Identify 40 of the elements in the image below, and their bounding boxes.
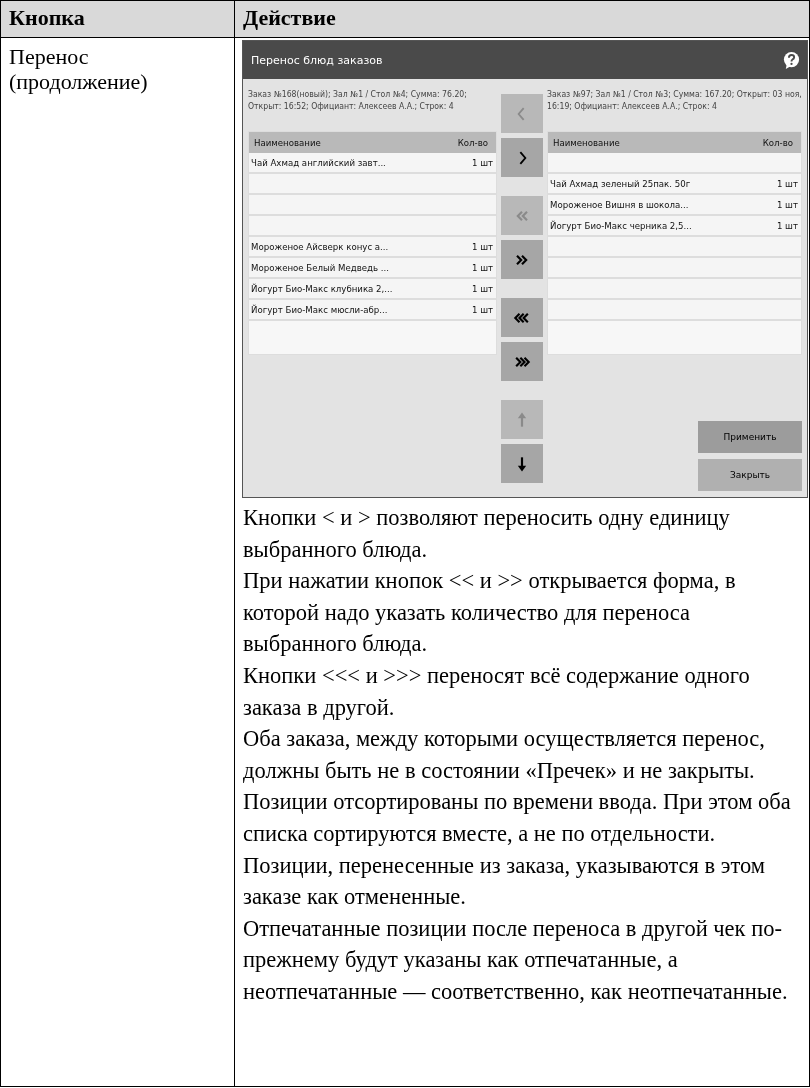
- description-text: Отпечатанные позиции после переноса в другой чек по-прежнему будут указаны как отпечатанные, а неотпечатанные — соответственно, как неотпечатанные.: [243, 914, 789, 1006]
- item-quantity: 1 шт: [776, 220, 798, 231]
- item-name: Йогурт Био-Макс черника 2,5...: [550, 220, 692, 231]
- item-quantity: 1 шт: [776, 199, 798, 210]
- apply-button[interactable]: Применить: [698, 421, 802, 453]
- order-info: Заказ №97; Зал №1 / Стол №3; Сумма: 167.20; Открыт: 03 ноя, 16:19; Официант: Алексеев А.А.; Строк: 4: [547, 88, 802, 113]
- description-text: При нажатии кнопок << и >> открывается форма, в которой надо указать количество для переноса выбранного блюда.: [243, 567, 737, 659]
- item-quantity: 1 шт: [471, 241, 493, 252]
- item-quantity: 1 шт: [471, 304, 493, 315]
- description-text: Кнопки <<< и >>> переносят всё содержание одного заказа в другой.: [243, 661, 751, 722]
- column-header: Кол-во: [762, 137, 793, 148]
- button-name: Перенос (продолжение): [1, 38, 235, 1087]
- item-name: Йогурт Био-Макс клубника 2,...: [251, 283, 393, 294]
- item-name: Мороженое Айсверк конус а...: [251, 241, 389, 252]
- move-button[interactable]: [501, 342, 543, 381]
- item-name: Чай Ахмад английский завт...: [251, 157, 386, 168]
- column-header: Наименование: [553, 137, 620, 148]
- item-name: Мороженое Белый Медведь ...: [251, 262, 390, 273]
- item-name: Чай Ахмад зеленый 25пак. 50г: [550, 178, 691, 189]
- item-quantity: 1 шт: [471, 283, 493, 294]
- column-header: Действие: [235, 1, 810, 38]
- move-button[interactable]: [501, 298, 543, 337]
- move-button[interactable]: [501, 444, 543, 483]
- description-text: Кнопки < и > позволяют переносить одну единицу выбранного блюда.: [243, 504, 731, 564]
- window-title: Перенос блюд заказов: [251, 53, 383, 67]
- order-info: Заказ №168(новый); Зал №1 / Стол №4; Сумма: 76.20; Открыт: 16:52; Официант: Алексеев А.А.; Строк: 4: [248, 88, 468, 113]
- move-button[interactable]: [501, 240, 543, 279]
- close-button[interactable]: Закрыть: [698, 459, 802, 491]
- item-name: Йогурт Био-Макс мюсли-абр...: [251, 304, 388, 315]
- column-header: Кнопка: [1, 1, 235, 38]
- description-text: Позиции, перенесенные из заказа, указываются в этом заказе как отмененные.: [243, 851, 767, 912]
- item-quantity: 1 шт: [471, 262, 493, 273]
- item-quantity: 1 шт: [471, 157, 493, 168]
- description-text: Позиции отсортированы по времени ввода. При этом оба списка сортируются вместе, а не по отдельности.: [243, 788, 792, 848]
- help-icon[interactable]: [782, 50, 801, 70]
- item-quantity: 1 шт: [776, 178, 798, 189]
- column-header: Наименование: [254, 137, 321, 148]
- description-text: Оба заказа, между которыми осуществляется перенос, должны быть не в состоянии «Пречек» и не закрыты.: [243, 725, 766, 785]
- item-name: Мороженое Вишня в шокола...: [550, 199, 689, 210]
- column-header: Кол-во: [457, 137, 488, 148]
